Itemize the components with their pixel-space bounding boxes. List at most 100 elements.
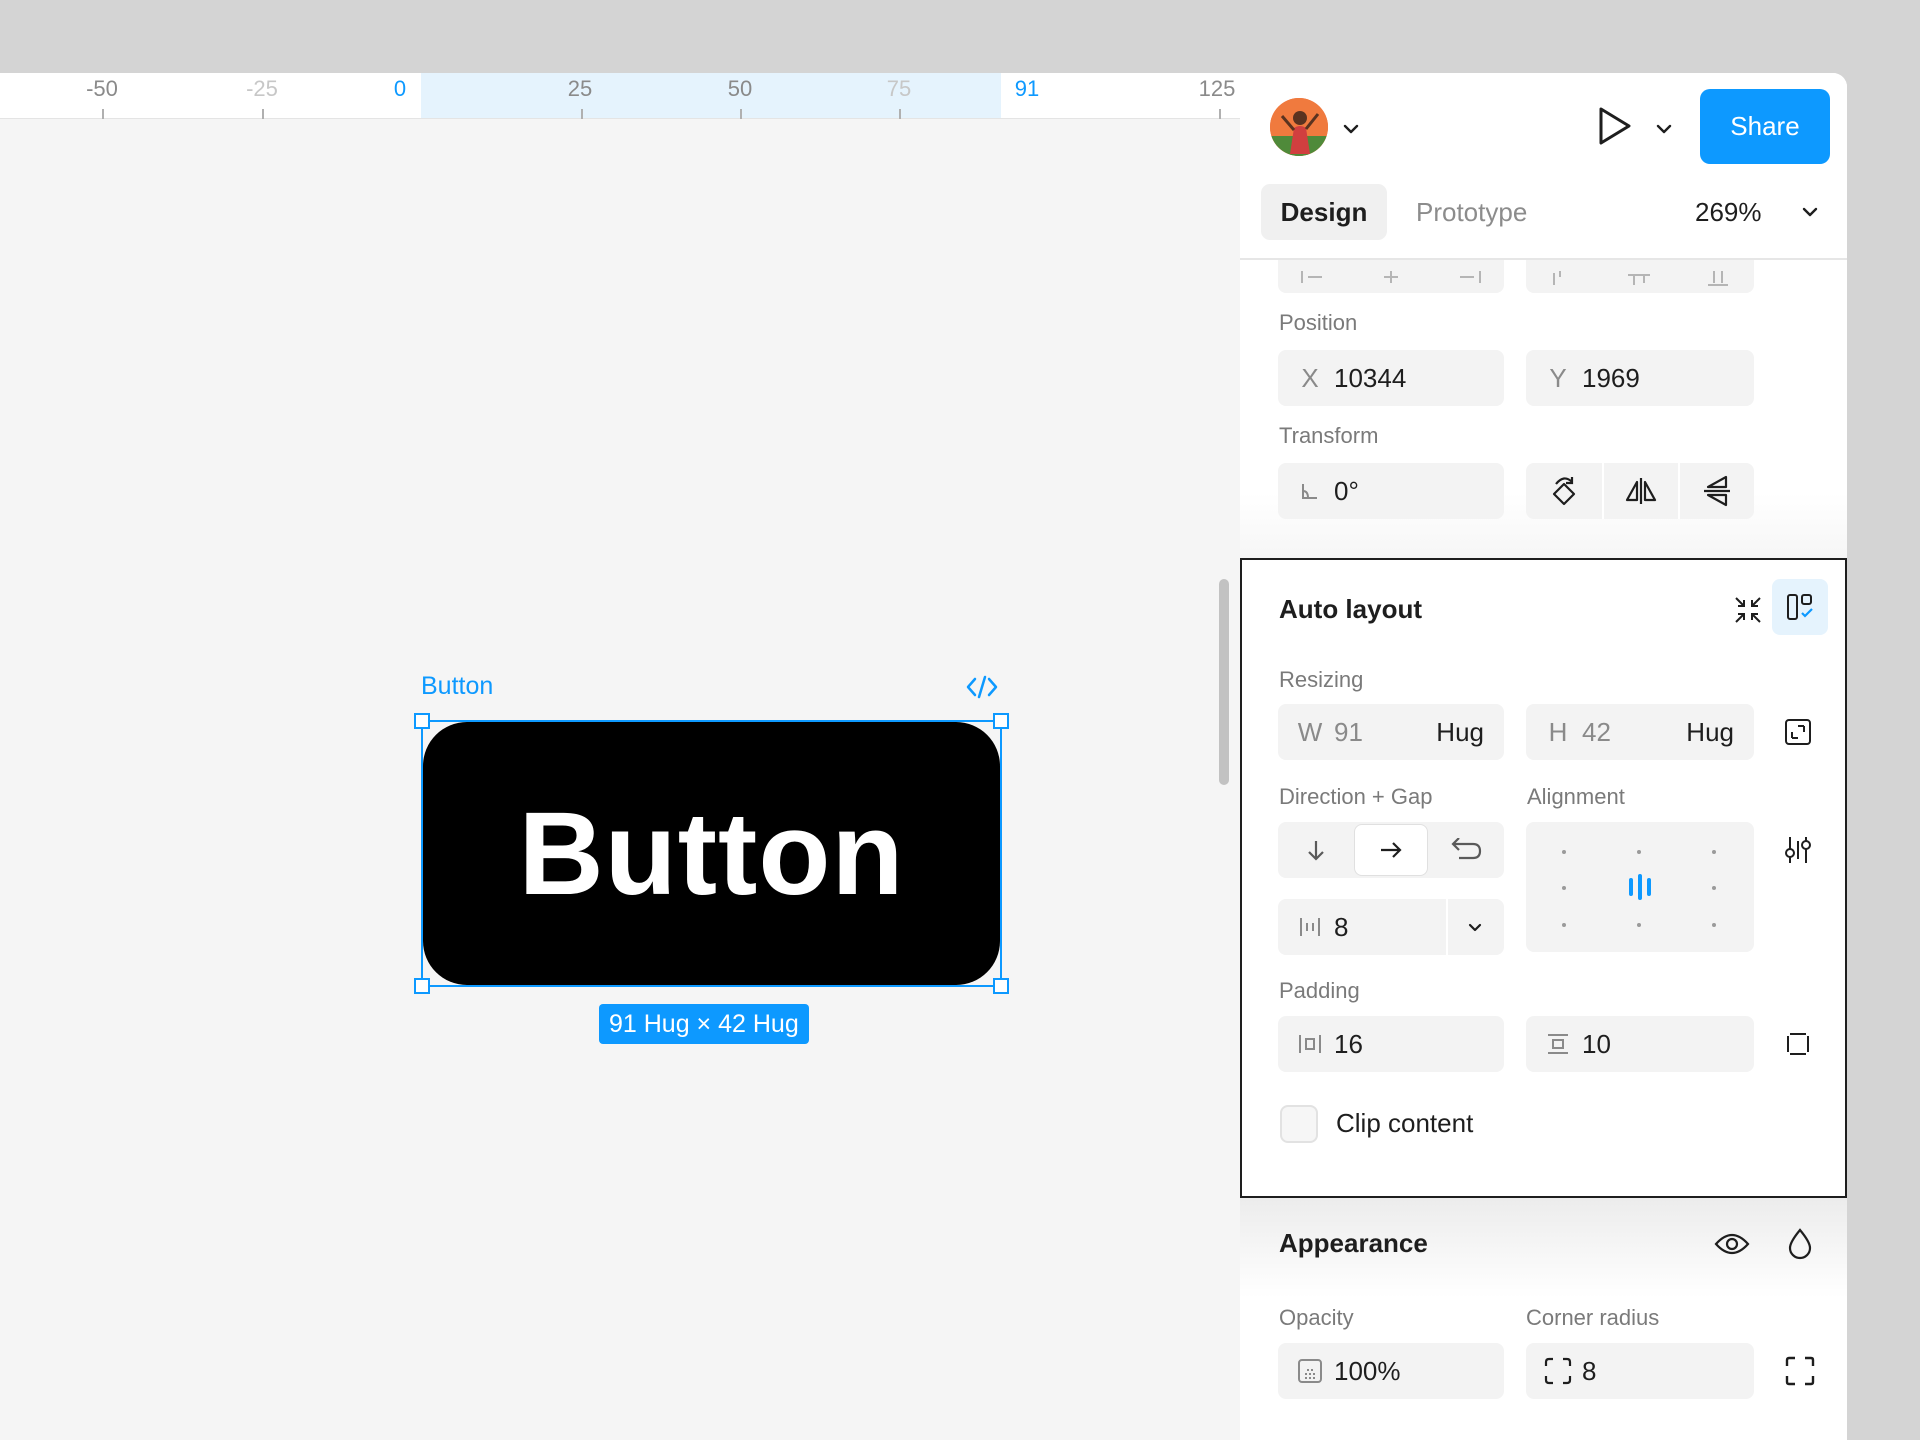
corner-radius-value[interactable]: 8 xyxy=(1582,1356,1596,1387)
ruler-tickmark xyxy=(740,109,742,119)
ruler-tick: 75 xyxy=(886,76,912,101)
rotation-field[interactable]: 0° xyxy=(1278,463,1504,519)
x-value[interactable]: 10344 xyxy=(1334,363,1406,394)
resize-handle-top-left[interactable] xyxy=(414,713,430,729)
play-icon[interactable] xyxy=(1595,105,1633,147)
ruler-tickmark xyxy=(899,109,901,119)
ruler-tickmark xyxy=(102,109,104,119)
avatar[interactable] xyxy=(1270,98,1328,156)
opacity-field[interactable]: 100% xyxy=(1278,1343,1504,1399)
alignment-grid[interactable] xyxy=(1526,822,1754,952)
align-dot[interactable] xyxy=(1712,850,1716,854)
y-position-field[interactable]: Y 1969 xyxy=(1526,350,1754,406)
wrap-icon[interactable] xyxy=(1428,822,1504,878)
button-text: Button xyxy=(518,787,905,920)
corner-radius-field[interactable]: 8 xyxy=(1526,1343,1754,1399)
selected-button-frame[interactable]: Button xyxy=(414,713,1009,994)
eye-icon[interactable] xyxy=(1706,1218,1758,1270)
horizontal-ruler: -50 -25 0 25 50 75 91 125 xyxy=(0,73,1240,119)
blend-mode-icon[interactable] xyxy=(1774,1218,1826,1270)
h-mode[interactable]: Hug xyxy=(1686,717,1734,748)
direction-toggle xyxy=(1278,822,1504,878)
x-prefix: X xyxy=(1301,362,1319,393)
x-position-field[interactable]: X 10344 xyxy=(1278,350,1504,406)
flip-horizontal-icon[interactable] xyxy=(1602,463,1678,519)
align-dot[interactable] xyxy=(1562,886,1566,890)
size-badge: 91 Hug × 42 Hug xyxy=(599,1004,809,1044)
width-field[interactable]: W 91 Hug xyxy=(1278,704,1504,760)
align-left-icons[interactable] xyxy=(1298,271,1484,285)
align-center-icon[interactable] xyxy=(1626,874,1654,900)
vertical-scrollbar[interactable] xyxy=(1219,579,1229,785)
individual-padding-icon[interactable] xyxy=(1772,1018,1824,1070)
frame-name-label[interactable]: Button xyxy=(421,672,493,701)
align-dot[interactable] xyxy=(1562,850,1566,854)
chevron-down-icon[interactable] xyxy=(1799,201,1821,223)
opacity-icon xyxy=(1296,1358,1324,1384)
zoom-level[interactable]: 269% xyxy=(1695,184,1762,240)
canvas[interactable]: -50 -25 0 25 50 75 91 125 Button Button … xyxy=(0,73,1240,1440)
ruler-tick: 0 xyxy=(393,76,407,101)
tab-prototype[interactable]: Prototype xyxy=(1416,184,1527,240)
individual-corners-icon[interactable] xyxy=(1774,1345,1826,1397)
gap-divider xyxy=(1446,899,1448,955)
ruler-selection-highlight xyxy=(421,73,1001,118)
align-dot[interactable] xyxy=(1712,923,1716,927)
share-button[interactable]: Share xyxy=(1700,89,1830,164)
auto-layout-title: Auto layout xyxy=(1279,594,1422,624)
arrow-down-icon[interactable] xyxy=(1278,822,1354,878)
ruler-tick: -50 xyxy=(86,76,118,101)
resize-handle-bottom-right[interactable] xyxy=(993,978,1009,994)
y-value[interactable]: 1969 xyxy=(1582,363,1640,394)
gap-field[interactable]: 8 xyxy=(1278,899,1504,955)
ruler-tick: 50 xyxy=(727,76,753,101)
w-prefix: W xyxy=(1297,716,1323,747)
horizontal-padding-field[interactable]: 16 xyxy=(1278,1016,1504,1072)
align-top-icons[interactable] xyxy=(1546,271,1736,287)
chevron-down-icon[interactable] xyxy=(1340,118,1362,140)
resize-handle-top-right[interactable] xyxy=(993,713,1009,729)
clip-content-label[interactable]: Clip content xyxy=(1336,1108,1473,1139)
code-icon[interactable] xyxy=(965,673,999,701)
resizing-label: Resizing xyxy=(1279,667,1364,692)
y-prefix: Y xyxy=(1549,362,1567,393)
properties-panel: Share Design Prototype 269% Position X 1… xyxy=(1240,73,1847,1440)
vertical-padding-icon xyxy=(1544,1033,1572,1055)
angle-icon xyxy=(1296,481,1324,501)
button-component[interactable]: Button xyxy=(423,722,1000,985)
chevron-down-icon[interactable] xyxy=(1653,118,1675,140)
clip-content-checkbox[interactable] xyxy=(1280,1105,1318,1143)
rotate-90-icon[interactable] xyxy=(1526,463,1602,519)
arrow-right-icon[interactable] xyxy=(1354,824,1428,876)
align-dot[interactable] xyxy=(1712,886,1716,890)
appearance-title: Appearance xyxy=(1279,1228,1428,1258)
collapse-arrows-icon[interactable] xyxy=(1722,584,1774,636)
resize-handle-bottom-left[interactable] xyxy=(414,978,430,994)
advanced-layout-settings-icon[interactable] xyxy=(1772,822,1824,878)
ruler-tickmark xyxy=(1219,109,1221,119)
align-dot[interactable] xyxy=(1562,923,1566,927)
w-value[interactable]: 91 xyxy=(1334,717,1363,748)
layout-settings-icon[interactable] xyxy=(1772,579,1828,635)
vertical-padding-value[interactable]: 10 xyxy=(1582,1029,1611,1060)
avatar-image xyxy=(1270,98,1328,156)
horizontal-padding-value[interactable]: 16 xyxy=(1334,1029,1363,1060)
height-field[interactable]: H 42 Hug xyxy=(1526,704,1754,760)
vertical-padding-field[interactable]: 10 xyxy=(1526,1016,1754,1072)
ruler-tickmark xyxy=(262,109,264,119)
corner-radius-label: Corner radius xyxy=(1526,1305,1660,1330)
ruler-tickmark xyxy=(581,109,583,119)
gap-value[interactable]: 8 xyxy=(1334,912,1348,943)
tab-design[interactable]: Design xyxy=(1261,184,1387,240)
constrain-proportions-icon[interactable] xyxy=(1772,706,1824,758)
flip-vertical-icon[interactable] xyxy=(1678,463,1754,519)
h-value[interactable]: 42 xyxy=(1582,717,1611,748)
chevron-down-icon[interactable] xyxy=(1464,916,1486,938)
rotation-value[interactable]: 0° xyxy=(1334,476,1359,507)
align-dot[interactable] xyxy=(1637,923,1641,927)
alignment-label: Alignment xyxy=(1527,784,1625,809)
opacity-value[interactable]: 100% xyxy=(1334,1356,1401,1387)
w-mode[interactable]: Hug xyxy=(1436,717,1484,748)
align-dot[interactable] xyxy=(1637,850,1641,854)
ruler-tick: 125 xyxy=(1198,76,1236,101)
